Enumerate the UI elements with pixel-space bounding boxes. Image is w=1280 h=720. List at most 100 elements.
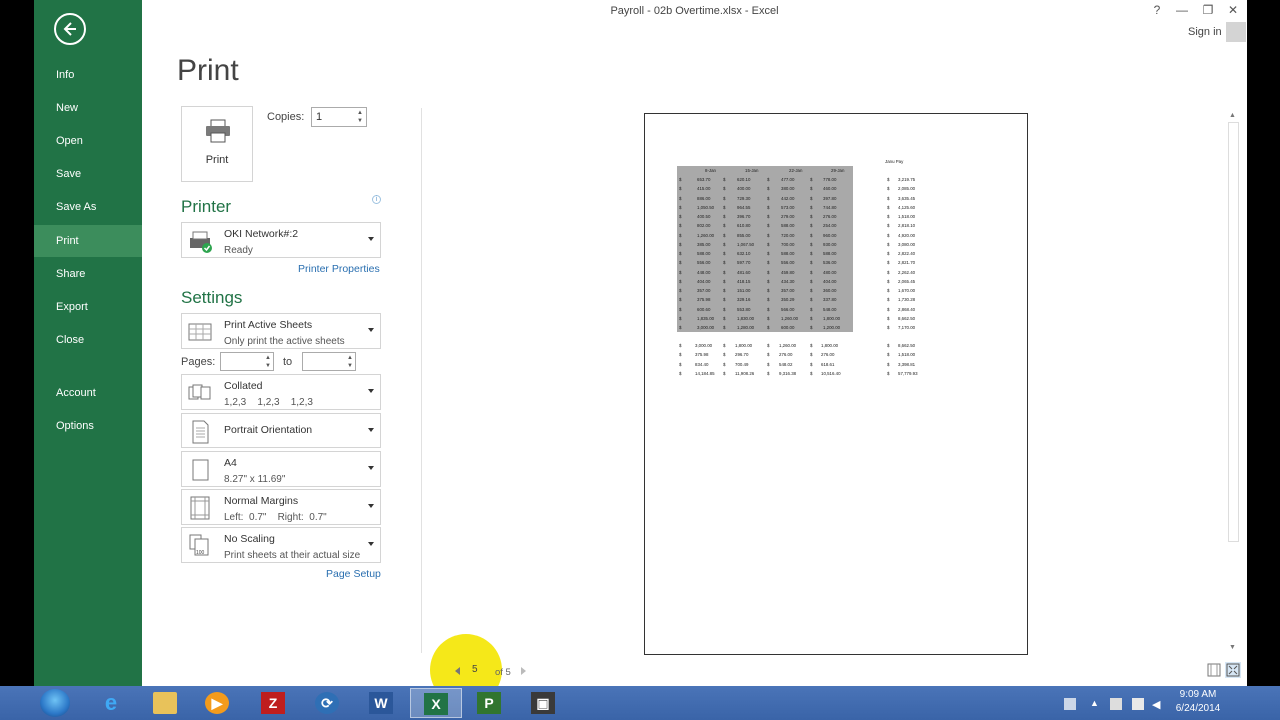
taskbar-app-5[interactable]: ⟳ [302,688,354,718]
taskbar-media-player[interactable]: ▶ [192,688,244,718]
nav-info[interactable]: Info [34,59,142,91]
preview-cell: 700.49 [735,361,749,367]
zoom-to-page-icon[interactable] [1225,662,1241,678]
preview-cell-dollar: $ [723,288,726,293]
action-center-icon[interactable] [1110,698,1122,710]
collate-dropdown[interactable]: Collated 1,2,3 1,2,3 1,2,3 [181,374,381,410]
copies-spinner[interactable]: ▲ ▼ [356,109,364,125]
help-button[interactable]: ? [1148,3,1166,17]
preview-cell-dollar: $ [679,361,682,367]
nav-share[interactable]: Share [34,258,142,290]
network-icon[interactable] [1132,698,1144,710]
scroll-down-icon[interactable]: ▼ [1229,644,1236,651]
preview-cell: 448.00 [697,269,711,275]
print-what-dropdown[interactable]: Print Active Sheets Only print the activ… [181,313,381,349]
nav-print[interactable]: Print [34,225,142,257]
preview-cell-dollar: $ [887,278,890,284]
pages-to-input[interactable]: ▲ ▼ [302,352,356,371]
preview-cell: 720.00 [781,232,795,238]
preview-cell-dollar: $ [723,214,726,219]
printer-section-title: Printer [181,197,232,216]
print-button[interactable]: Print [181,106,253,182]
user-avatar[interactable] [1226,22,1246,42]
back-arrow-icon[interactable] [54,13,86,45]
copies-input[interactable]: 1 ▲ ▼ [311,107,367,127]
scaling-dropdown[interactable]: 100 No Scaling Print sheets at their act… [181,527,381,563]
taskbar-explorer[interactable] [140,688,192,718]
preview-cell: 1,518.00 [898,214,916,219]
project-icon: P [477,692,501,714]
preview-cell-dollar: $ [767,186,770,192]
windows-start-icon[interactable] [40,689,70,717]
preview-cell-dollar: $ [887,195,890,201]
preview-cell-dollar: $ [887,260,890,266]
printer-properties-link[interactable]: Printer Properties [298,263,380,275]
previous-page-icon[interactable] [455,667,460,675]
nav-close[interactable]: Close [34,324,142,356]
preview-cell-dollar: $ [679,325,682,330]
copies-label: Copies: [267,111,305,123]
preview-cell: 276.00 [821,352,835,358]
page-setup-link[interactable]: Page Setup [326,568,381,580]
nav-open[interactable]: Open [34,125,142,157]
pages-from-spinner[interactable]: ▲ ▼ [264,354,272,370]
preview-cell: 404.00 [823,278,837,284]
show-hidden-icons-icon[interactable]: ▲ [1090,698,1102,710]
restore-button[interactable]: ❐ [1199,3,1217,17]
preview-cell: 600.60 [697,306,711,312]
pages-from-input[interactable]: ▲ ▼ [220,352,274,371]
preview-cell-dollar: $ [810,361,813,367]
scroll-up-icon[interactable]: ▲ [1229,112,1236,119]
taskbar-ie[interactable]: e [86,688,138,718]
minimize-button[interactable]: — [1173,3,1191,17]
close-button[interactable]: ✕ [1224,3,1242,17]
preview-cell-dollar: $ [679,315,682,321]
pages-to-spinner[interactable]: ▲ ▼ [346,354,354,370]
collate-icon [188,384,211,400]
current-page-input[interactable]: 5 [466,664,488,679]
preview-cell: 380.00 [781,186,795,192]
keyboard-icon[interactable] [1064,698,1076,710]
nav-options[interactable]: Options [34,410,142,442]
preview-cell: 588.00 [697,251,711,256]
nav-export[interactable]: Export [34,291,142,323]
preview-cell-dollar: $ [723,177,726,182]
preview-cell-dollar: $ [723,260,726,266]
preview-cell: 1,730.28 [898,297,916,303]
nav-save-as[interactable]: Save As [34,191,142,223]
next-page-icon[interactable] [521,667,526,675]
margins-dropdown[interactable]: Normal Margins Left: 0.7" Right: 0.7" [181,489,381,525]
preview-cell: 960.00 [823,232,837,238]
orientation-dropdown[interactable]: Portrait Orientation [181,413,381,448]
paper-size-dropdown[interactable]: A4 8.27" x 11.69" [181,451,381,487]
scroll-thumb[interactable] [1228,122,1239,542]
sign-in-link[interactable]: Sign in [1188,26,1222,38]
preview-cell: 729.30 [737,195,751,201]
paper-icon [192,459,209,481]
preview-cell: 2,822.40 [898,251,916,256]
printer-dropdown[interactable]: OKI Network#:2 Ready [181,222,381,258]
nav-new[interactable]: New [34,92,142,124]
preview-cell: 460.00 [823,186,837,192]
taskbar-word[interactable]: W [356,688,408,718]
preview-cell-dollar: $ [810,195,813,201]
nav-save[interactable]: Save [34,158,142,190]
preview-cell-dollar: $ [679,232,682,238]
print-what-label: Print Active Sheets [224,319,313,331]
internet-explorer-icon: e [104,690,118,715]
preview-cell-dollar: $ [887,177,890,182]
taskbar-project[interactable]: P [464,688,516,718]
system-clock[interactable]: 9:09 AM 6/24/2014 [1162,688,1234,716]
margins-desc: Left: 0.7" Right: 0.7" [224,512,327,523]
taskbar-filezilla[interactable]: Z [248,688,300,718]
taskbar-app-9[interactable]: ▣ [518,688,570,718]
preview-cell-dollar: $ [887,223,890,229]
portrait-page-icon [192,420,209,444]
preview-jan-header: Janu Pay [885,159,904,164]
info-icon[interactable]: i [372,195,381,204]
preview-cell: 1,518.00 [898,352,916,358]
nav-account[interactable]: Account [34,377,142,409]
show-margins-icon[interactable] [1206,662,1222,678]
preview-cell: 2,818.10 [898,223,916,229]
taskbar-excel[interactable]: X [410,688,462,718]
